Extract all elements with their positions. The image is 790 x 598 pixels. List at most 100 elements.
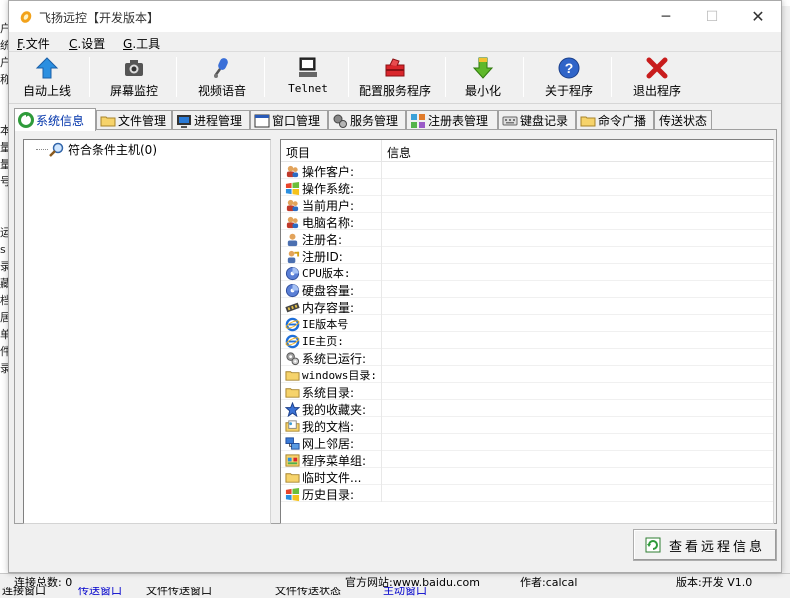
table-cell-label: 注册名: <box>302 233 343 247</box>
tab-process-manager[interactable]: 进程管理 <box>172 110 250 130</box>
table-row[interactable]: 程序菜单组: <box>281 451 773 468</box>
system-info-table[interactable]: 项目 信息 操作客户: 操作系统: 当前用户: 电脑名称: 注册名: 注册ID: CPU版本… <box>280 139 774 524</box>
user-key-icon <box>287 250 300 264</box>
table-cell-label: 系统已运行: <box>302 352 367 366</box>
toolbar-separator <box>611 57 612 97</box>
close-button[interactable]: ✕ <box>735 1 781 32</box>
minimize-program-button[interactable]: 最小化 <box>455 53 511 101</box>
maximize-button[interactable]: ☐ <box>689 1 735 32</box>
menu-bar: F.文件 C.设置 G.工具 <box>9 32 781 52</box>
telnet-button[interactable]: Telnet <box>279 53 337 101</box>
table-row[interactable]: 我的收藏夹: <box>281 400 773 417</box>
background-tab-file-status: 文件传送状态 <box>275 587 341 597</box>
table-cell-label: 系统目录: <box>302 386 355 400</box>
tab-registry-manager-label: 注册表管理 <box>428 114 489 128</box>
tab-registry-manager[interactable]: 注册表管理 <box>406 110 498 130</box>
table-cell-item: CPU版本: <box>285 265 351 281</box>
tab-service-manager[interactable]: 服务管理 <box>328 110 406 130</box>
table-row[interactable]: CPU版本: <box>281 264 773 281</box>
table-cell-label: 临时文件... <box>302 471 362 485</box>
column-header-item[interactable]: 项目 <box>286 144 310 161</box>
row-column-divider <box>381 298 382 315</box>
row-column-divider <box>381 451 382 468</box>
table-row[interactable]: 历史目录: <box>281 485 773 502</box>
menu-file-label: .文件 <box>21 37 50 51</box>
table-cell-label: 操作系统: <box>302 182 355 196</box>
table-cell-item: IE版本号 <box>285 316 348 332</box>
configure-service-button[interactable]: 配置服务程序 <box>355 53 435 101</box>
table-row[interactable]: 临时文件... <box>281 468 773 485</box>
registry-icon <box>411 113 425 128</box>
table-row[interactable]: windows目录: <box>281 366 773 383</box>
table-cell-item: 系统已运行: <box>285 350 366 367</box>
configure-service-label: 配置服务程序 <box>358 84 431 98</box>
table-row[interactable]: 当前用户: <box>281 196 773 213</box>
title-bar[interactable]: 飞扬远控【开发版本】 ─ ☐ ✕ <box>9 1 781 32</box>
about-button[interactable]: ? 关于程序 <box>537 53 601 101</box>
row-column-divider <box>381 213 382 230</box>
table-row[interactable]: 我的文档: <box>281 417 773 434</box>
tree-item-matching-hosts[interactable]: 符合条件主机(0) <box>36 141 157 158</box>
programs-icon <box>285 454 300 467</box>
tab-keylogger[interactable]: 键盘记录 <box>498 110 576 130</box>
window-title: 飞扬远控【开发版本】 <box>39 11 160 25</box>
column-header-info[interactable]: 信息 <box>387 144 411 161</box>
column-divider[interactable] <box>381 140 382 162</box>
network-icon <box>285 437 300 450</box>
background-tab-active: 主动窗口 <box>383 587 427 597</box>
tab-file-manager-label: 文件管理 <box>118 114 167 128</box>
tab-command-broadcast[interactable]: 命令广播 <box>576 110 654 130</box>
about-label: 关于程序 <box>544 84 593 98</box>
row-column-divider <box>381 179 382 196</box>
table-row[interactable]: 电脑名称: <box>281 213 773 230</box>
users-icon <box>286 199 299 212</box>
exit-button[interactable]: 退出程序 <box>625 53 689 101</box>
tab-system-info[interactable]: 系统信息 <box>14 108 96 131</box>
tab-window-manager[interactable]: 窗口管理 <box>250 110 328 130</box>
host-tree[interactable]: 符合条件主机(0) <box>23 139 271 524</box>
table-row[interactable]: 操作系统: <box>281 179 773 196</box>
table-row[interactable]: 注册ID: <box>281 247 773 264</box>
row-column-divider <box>381 383 382 400</box>
menu-file[interactable]: F.文件 <box>17 35 50 52</box>
table-cell-item: windows目录: <box>285 367 377 383</box>
row-column-divider <box>381 434 382 451</box>
video-voice-button[interactable]: 视频语音 <box>191 53 253 101</box>
table-row[interactable]: 硬盘容量: <box>281 281 773 298</box>
table-row[interactable]: 系统目录: <box>281 383 773 400</box>
menu-tools[interactable]: G.工具 <box>123 35 160 52</box>
tab-command-broadcast-label: 命令广播 <box>598 114 647 128</box>
table-cell-label: 注册ID: <box>302 250 343 264</box>
toolbox-icon <box>385 58 405 77</box>
toolbar-separator <box>348 57 349 97</box>
screen-monitor-button[interactable]: 屏幕监控 <box>103 53 165 101</box>
documents-icon <box>285 420 300 432</box>
table-row[interactable]: 网上邻居: <box>281 434 773 451</box>
table-row[interactable]: IE主页: <box>281 332 773 349</box>
magnifier-icon <box>49 142 64 157</box>
row-column-divider <box>381 417 382 434</box>
tab-file-manager[interactable]: 文件管理 <box>96 110 172 130</box>
auto-online-button[interactable]: 自动上线 <box>17 53 77 101</box>
tab-transfer-status[interactable]: 传送状态 <box>654 110 712 130</box>
row-column-divider <box>381 264 382 281</box>
table-row[interactable]: 操作客户: <box>281 162 773 179</box>
table-row[interactable]: 注册名: <box>281 230 773 247</box>
table-cell-item: 我的文档: <box>285 418 354 435</box>
help-icon: ? <box>558 57 580 79</box>
menu-settings[interactable]: C.设置 <box>69 35 105 52</box>
minimize-button[interactable]: ─ <box>643 1 689 32</box>
gears-icon <box>333 114 347 128</box>
view-remote-info-button[interactable]: 查看远程信息 <box>633 529 777 561</box>
table-cell-item: 当前用户: <box>285 197 354 214</box>
computer-icon <box>299 57 317 77</box>
table-cell-label: windows目录: <box>302 369 377 382</box>
table-cell-item: 历史目录: <box>285 486 354 503</box>
up-arrow-icon <box>35 57 59 79</box>
minimize-program-label: 最小化 <box>464 84 501 98</box>
table-row[interactable]: 内存容量: <box>281 298 773 315</box>
table-cell-label: 当前用户: <box>302 199 355 213</box>
table-row[interactable]: IE版本号 <box>281 315 773 332</box>
memory-icon <box>285 302 300 313</box>
table-row[interactable]: 系统已运行: <box>281 349 773 366</box>
